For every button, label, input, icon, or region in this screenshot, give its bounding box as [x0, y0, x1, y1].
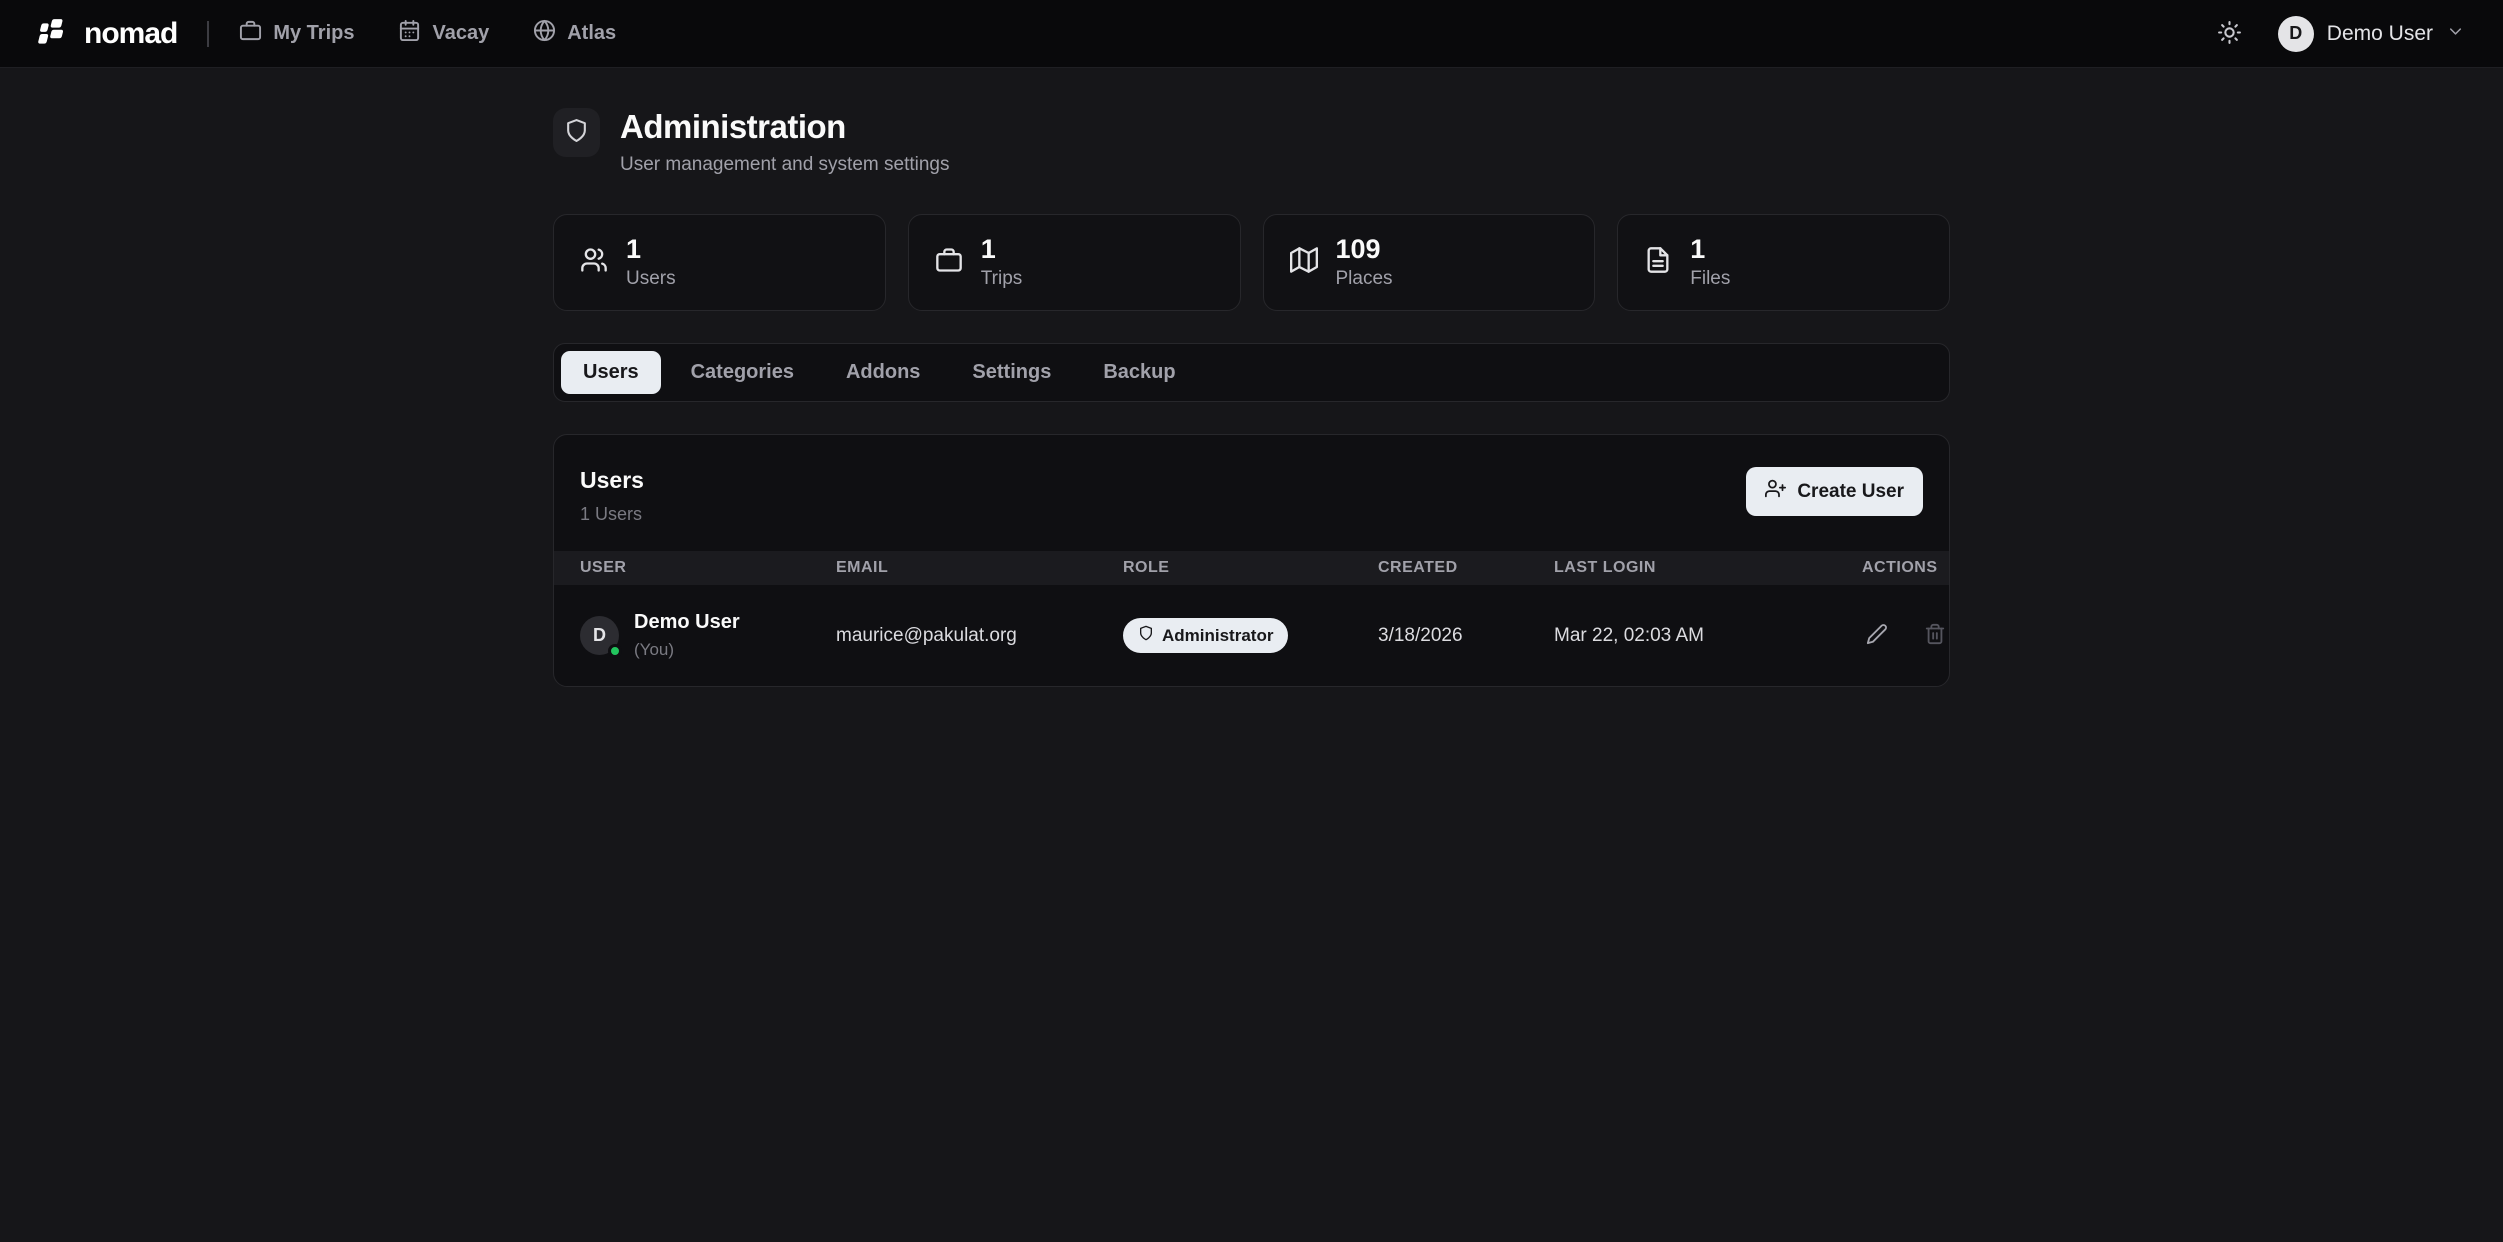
stat-value: 1	[981, 235, 1023, 265]
tab-users[interactable]: Users	[561, 351, 661, 394]
nav-right: D Demo User	[2211, 14, 2465, 54]
role-label: Administrator	[1162, 626, 1273, 646]
users-panel-header: Users 1 Users Create User	[554, 435, 1949, 551]
delete-user-button[interactable]	[1920, 619, 1950, 652]
avatar: D	[2278, 16, 2314, 52]
panel-title: Users	[580, 467, 644, 494]
user-plus-icon	[1765, 478, 1786, 505]
calendar-icon	[398, 19, 421, 48]
edit-user-button[interactable]	[1862, 619, 1892, 652]
top-nav: nomad My Trips Vacay Atlas	[0, 0, 2503, 68]
online-status-dot	[608, 644, 622, 658]
nav-item-my-trips[interactable]: My Trips	[239, 19, 354, 48]
stat-value: 1	[626, 235, 676, 265]
main-content: Administration User management and syste…	[553, 68, 1950, 687]
stat-label: Trips	[981, 268, 1023, 290]
actions-cell	[1862, 619, 1950, 652]
create-user-label: Create User	[1797, 481, 1904, 503]
email-cell: maurice@pakulat.org	[836, 625, 1123, 647]
avatar: D	[580, 616, 619, 655]
tab-addons[interactable]: Addons	[824, 351, 942, 394]
column-header-email: EMAIL	[836, 559, 1123, 577]
briefcase-icon	[239, 19, 262, 48]
table-row: D Demo User (You) maurice@pakulat.org Ad	[554, 585, 1949, 686]
stats-row: 1 Users 1 Trips 109 Places	[553, 214, 1950, 311]
briefcase-icon	[935, 246, 963, 279]
column-header-user: USER	[580, 559, 836, 577]
chevron-down-icon	[2446, 22, 2465, 46]
pencil-icon	[1866, 623, 1888, 648]
page-subtitle: User management and system settings	[620, 154, 950, 176]
brand-name: nomad	[84, 17, 177, 51]
users-icon	[580, 246, 608, 279]
trash-icon	[1924, 623, 1946, 648]
nav-item-label: Vacay	[432, 22, 489, 45]
column-header-last-login: LAST LOGIN	[1554, 559, 1862, 577]
page-header-text: Administration User management and syste…	[620, 108, 950, 176]
page-icon-box	[553, 108, 600, 157]
shield-icon	[564, 118, 589, 148]
app-root: nomad My Trips Vacay Atlas	[0, 0, 2503, 1242]
column-header-role: ROLE	[1123, 559, 1378, 577]
nav-item-vacay[interactable]: Vacay	[398, 19, 489, 48]
nomad-logo-icon	[38, 17, 72, 51]
users-table-header: USER EMAIL ROLE CREATED LAST LOGIN ACTIO…	[554, 551, 1949, 585]
stat-value: 1	[1690, 235, 1730, 265]
user-menu[interactable]: D Demo User	[2278, 16, 2465, 52]
user-name: Demo User	[2327, 22, 2433, 46]
tab-backup[interactable]: Backup	[1081, 351, 1197, 394]
users-panel: Users 1 Users Create User USER EMAIL ROL…	[553, 434, 1950, 687]
nav-item-label: My Trips	[273, 22, 354, 45]
file-icon	[1644, 246, 1672, 279]
stat-card-users: 1 Users	[553, 214, 886, 311]
last-login-cell: Mar 22, 02:03 AM	[1554, 625, 1862, 647]
map-icon	[1290, 246, 1318, 279]
role-cell: Administrator	[1123, 618, 1378, 653]
stat-label: Users	[626, 268, 676, 290]
column-header-created: CREATED	[1378, 559, 1554, 577]
user-name: Demo User	[634, 611, 740, 634]
column-header-actions: ACTIONS	[1862, 559, 1938, 577]
nav-left: nomad My Trips Vacay Atlas	[38, 17, 660, 51]
stat-card-trips: 1 Trips	[908, 214, 1241, 311]
you-label: (You)	[634, 640, 740, 660]
stat-card-files: 1 Files	[1617, 214, 1950, 311]
nav-divider	[207, 21, 209, 47]
stat-label: Places	[1336, 268, 1393, 290]
tab-categories[interactable]: Categories	[669, 351, 816, 394]
tab-settings[interactable]: Settings	[950, 351, 1073, 394]
page-title: Administration	[620, 108, 950, 146]
nav-item-atlas[interactable]: Atlas	[533, 19, 616, 48]
nav-item-label: Atlas	[567, 22, 616, 45]
create-user-button[interactable]: Create User	[1746, 467, 1923, 516]
stat-label: Files	[1690, 268, 1730, 290]
role-badge: Administrator	[1123, 618, 1288, 653]
stat-card-places: 109 Places	[1263, 214, 1596, 311]
user-cell: D Demo User (You)	[580, 611, 836, 660]
theme-toggle-button[interactable]	[2211, 14, 2248, 54]
admin-tabbar: Users Categories Addons Settings Backup	[553, 343, 1950, 402]
created-cell: 3/18/2026	[1378, 625, 1554, 647]
page-header: Administration User management and syste…	[553, 108, 1950, 176]
panel-subtitle: 1 Users	[580, 504, 644, 525]
brand-logo[interactable]: nomad	[38, 17, 177, 51]
shield-icon	[1138, 625, 1154, 646]
stat-value: 109	[1336, 235, 1393, 265]
globe-icon	[533, 19, 556, 48]
sun-icon	[2217, 20, 2242, 48]
